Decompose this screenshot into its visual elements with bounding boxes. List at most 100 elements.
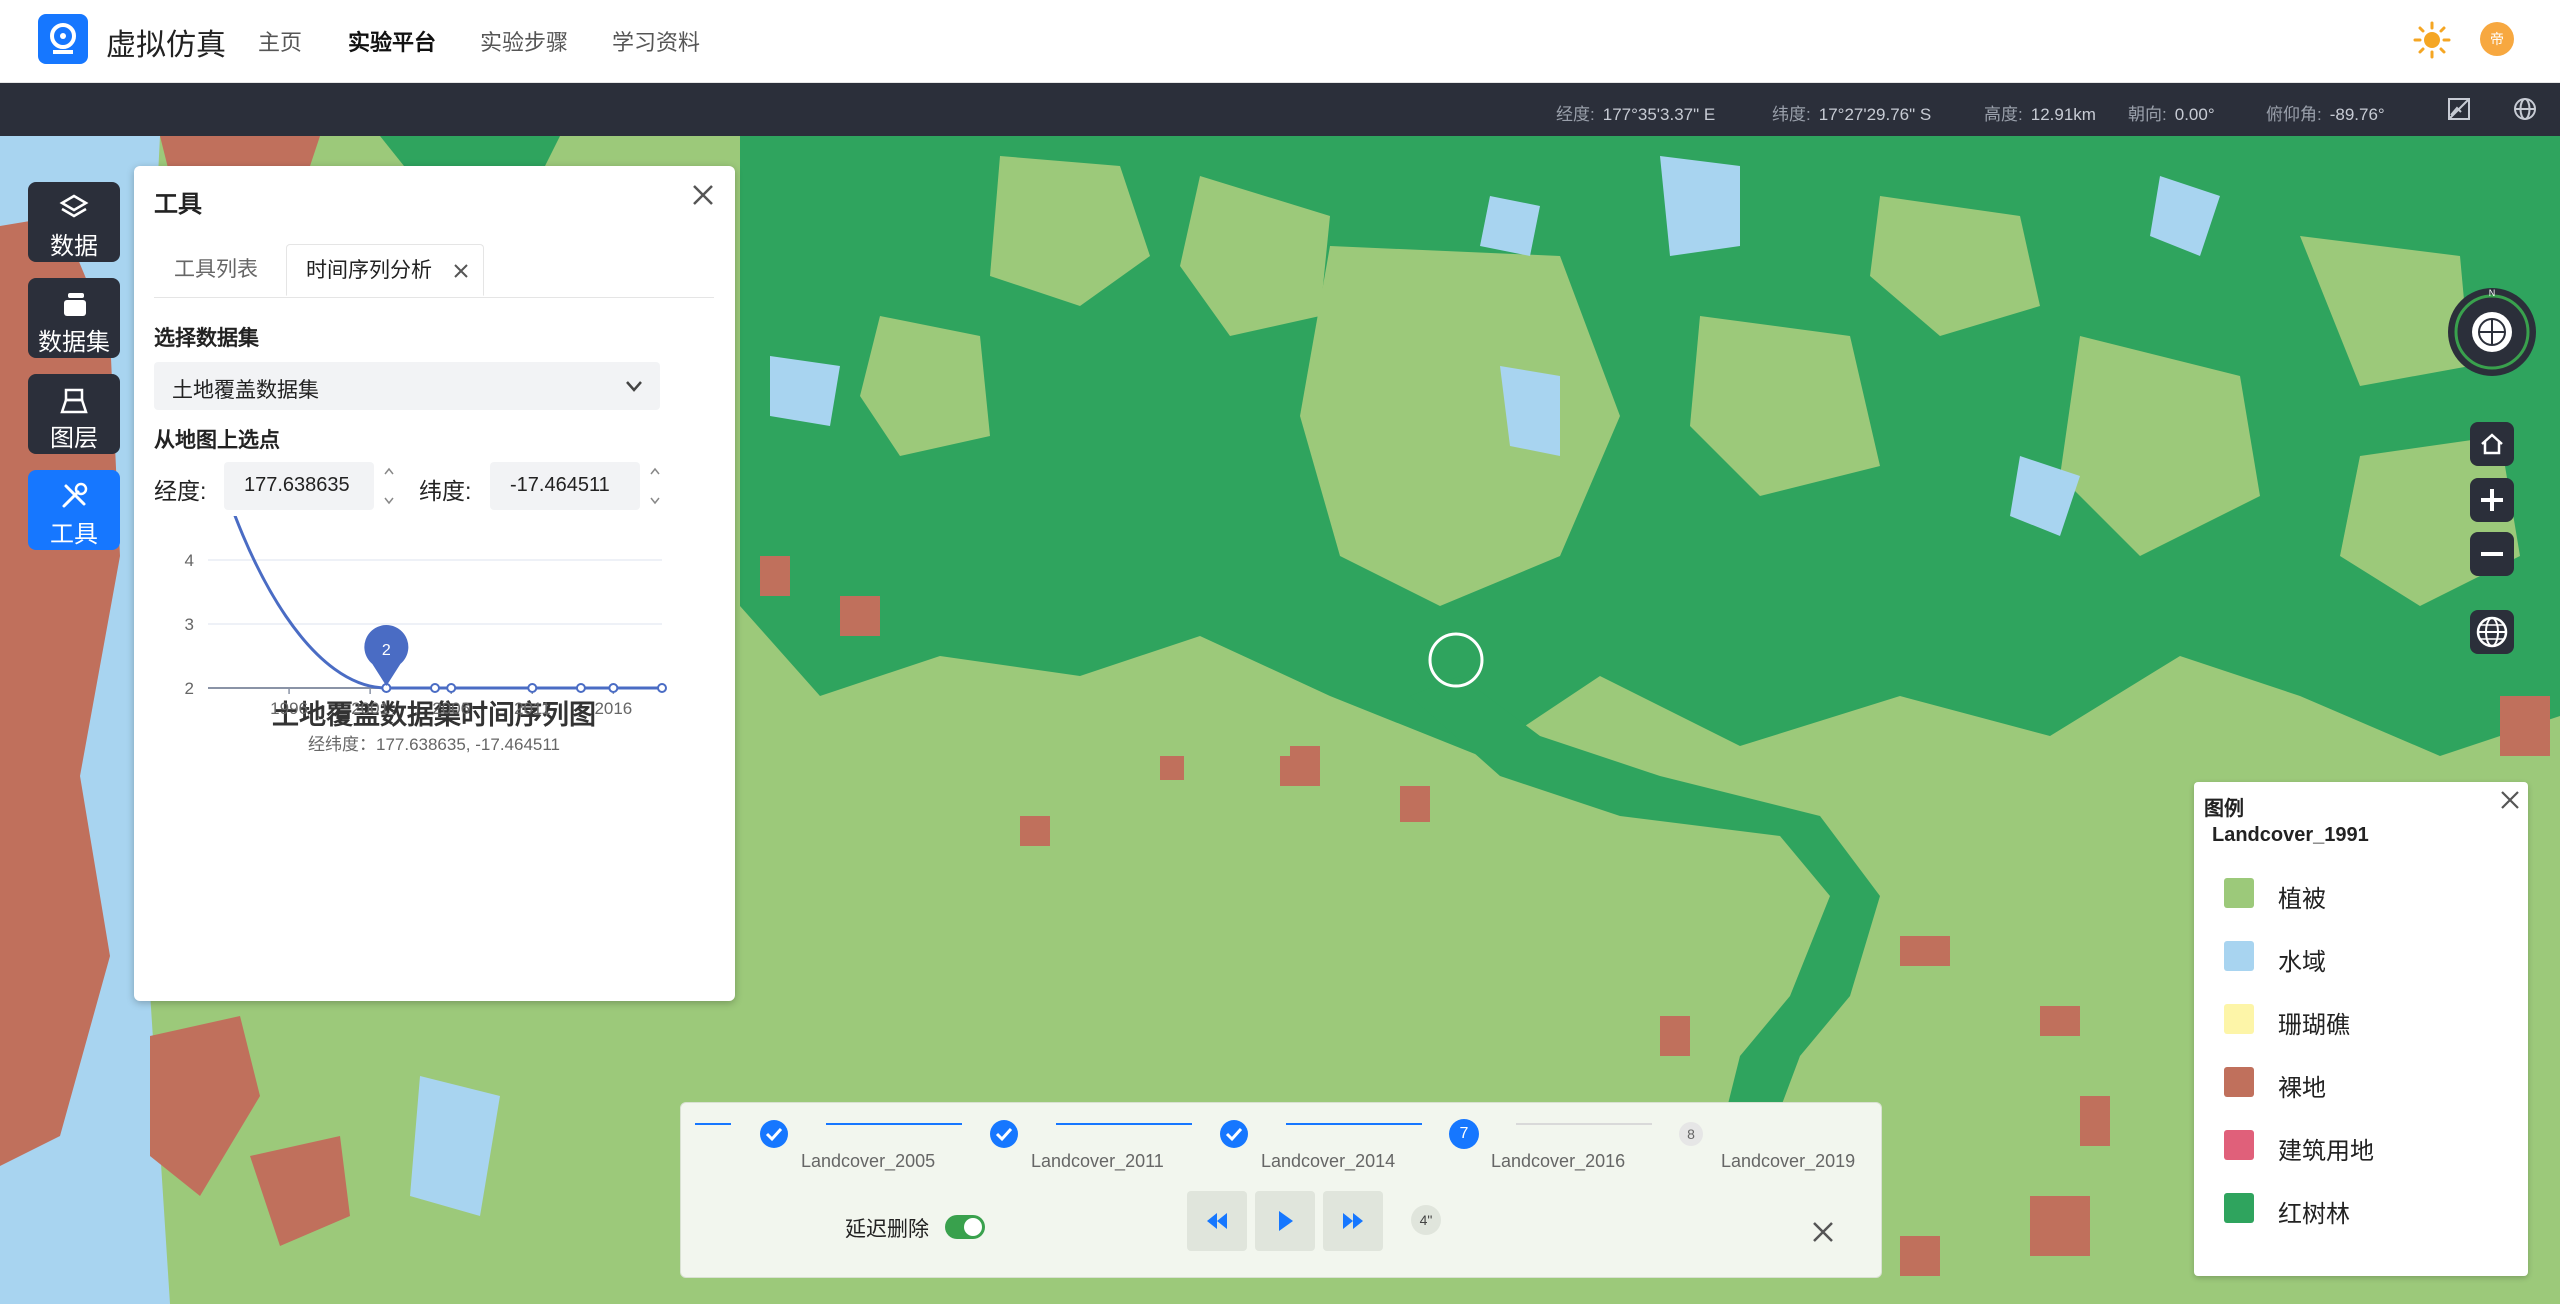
chart-data-point: [446, 683, 457, 693]
step-connector: [826, 1123, 962, 1125]
dataset-select[interactable]: 土地覆盖数据集: [154, 362, 660, 410]
step-label-2016[interactable]: Landcover_2016: [1491, 1151, 1625, 1172]
chart-x-tick-label: 2016: [594, 699, 632, 718]
user-avatar[interactable]: 帝: [2480, 22, 2514, 56]
legend-item-label: 建筑用地: [2278, 1138, 2374, 1165]
minus-icon: [2481, 552, 2503, 556]
home-icon: [2481, 433, 2503, 455]
latitude-input[interactable]: -17.464511: [490, 462, 640, 510]
zoom-in-button[interactable]: [2470, 478, 2514, 522]
map-status-bar: 经度: 177°35'3.37" E 纬度: 17°27'29.76" S 高度: 1…: [0, 83, 2560, 136]
step-label-2014[interactable]: Landcover_2014: [1261, 1151, 1395, 1172]
chart-y-tick-label: 2: [185, 679, 194, 698]
dataset-icon: [64, 293, 86, 316]
close-icon[interactable]: [690, 182, 716, 208]
play-icon: [1279, 1211, 1293, 1231]
layers-icon: [59, 194, 89, 218]
nav-home[interactable]: 主页: [258, 25, 302, 57]
top-navigation-bar: 虚拟仿真 主页 实验平台 实验步骤 学习资料 帝: [0, 0, 2560, 83]
step-check-icon[interactable]: [989, 1119, 1019, 1149]
step-label-2005[interactable]: Landcover_2005: [801, 1151, 935, 1172]
pick-point-label: 从地图上选点: [154, 429, 280, 452]
nav-experiment-platform[interactable]: 实验平台: [348, 25, 436, 57]
home-button[interactable]: [2470, 422, 2514, 466]
tab-time-series[interactable]: 时间序列分析: [286, 244, 484, 296]
legend-item-label: 红树林: [2278, 1201, 2350, 1228]
chart-data-point: [608, 683, 619, 693]
tools-icon: [62, 482, 88, 508]
playback-speed[interactable]: 4": [1411, 1205, 1441, 1235]
chevron-down-icon: [626, 381, 642, 392]
app-title: 虚拟仿真: [106, 29, 226, 62]
longitude-input[interactable]: 177.638635: [224, 462, 374, 510]
step-check-icon[interactable]: [1219, 1119, 1249, 1149]
compass-icon[interactable]: N: [2446, 286, 2538, 378]
chart-y-tick-label: 4: [185, 551, 194, 570]
dock-layer-button[interactable]: 图层: [28, 374, 120, 454]
tool-panel: 工具 工具列表 时间序列分析 选择数据集 土地覆盖数据集 从地图上选点 经度: …: [134, 166, 735, 1001]
nav-experiment-steps[interactable]: 实验步骤: [480, 25, 568, 57]
legend-swatch: [2224, 878, 2254, 908]
rewind-icon: [1207, 1213, 1227, 1229]
delay-delete-label: 延迟删除: [845, 1218, 929, 1241]
chart-marker-label: 2: [382, 642, 391, 659]
step-connector: [1286, 1123, 1422, 1125]
status-altitude: 高度: 12.91km: [1984, 105, 2096, 124]
globe-icon: [2476, 616, 2508, 648]
legend-swatch: [2224, 1067, 2254, 1097]
dock-data-button[interactable]: 数据: [28, 182, 120, 262]
legend-item-label: 水域: [2278, 949, 2326, 976]
map-legend: 图例 Landcover_1991 植被 水域 珊瑚礁 裸地 建筑用地 红树林: [2194, 782, 2528, 1276]
globe-settings-icon[interactable]: [2512, 96, 2538, 122]
legend-item-label: 植被: [2278, 886, 2326, 913]
close-icon[interactable]: [1810, 1219, 1836, 1245]
image-off-icon[interactable]: [2446, 96, 2472, 122]
dock-layer-label: 图层: [50, 425, 98, 452]
svg-text:N: N: [2489, 288, 2496, 298]
fast-forward-button[interactable]: [1323, 1191, 1383, 1251]
dock-dataset-label: 数据集: [38, 329, 110, 356]
chart-data-point: [527, 683, 538, 693]
legend-swatch: [2224, 1193, 2254, 1223]
globe-view-button[interactable]: [2470, 610, 2514, 654]
time-series-chart: 土地覆盖数据集时间序列图经纬度：177.638635, -17.46451123…: [185, 516, 667, 754]
step-label-2019[interactable]: Landcover_2019: [1721, 1151, 1855, 1172]
latitude-label: 纬度:: [419, 478, 472, 504]
timeline-player: Landcover_2005 Landcover_2011 Landcover_…: [680, 1102, 1882, 1278]
legend-title: 图例: [2204, 798, 2244, 820]
step-check-icon[interactable]: [759, 1119, 789, 1149]
dock-data-label: 数据: [50, 233, 98, 260]
step-current-number[interactable]: 7: [1449, 1119, 1479, 1149]
step-pending-number[interactable]: 8: [1679, 1122, 1703, 1146]
step-connector: [1516, 1123, 1652, 1125]
app-logo[interactable]: [38, 14, 88, 64]
latitude-input-value: -17.464511: [510, 474, 610, 496]
status-latitude: 纬度: 17°27'29.76" S: [1772, 105, 1932, 124]
chart-data-point: [430, 683, 440, 693]
legend-layer-name: Landcover_1991: [2212, 824, 2369, 846]
longitude-stepper[interactable]: [380, 462, 398, 510]
step-connector: [695, 1123, 731, 1125]
status-pitch: 俯仰角: -89.76°: [2266, 105, 2385, 124]
legend-swatch: [2224, 1004, 2254, 1034]
logo-icon: [50, 23, 76, 54]
chart-series-line: [233, 516, 662, 690]
tab-time-series-label: 时间序列分析: [306, 259, 432, 282]
close-icon[interactable]: [2498, 788, 2522, 812]
tab-close-icon[interactable]: [452, 262, 470, 280]
legend-item-label: 裸地: [2278, 1075, 2326, 1102]
nav-learning-materials[interactable]: 学习资料: [612, 25, 700, 57]
play-button[interactable]: [1255, 1191, 1315, 1251]
sun-icon[interactable]: [2412, 20, 2452, 60]
chart-x-tick-label: 1996: [270, 699, 308, 718]
tab-tool-list[interactable]: 工具列表: [174, 244, 258, 296]
latitude-stepper[interactable]: [646, 462, 664, 510]
step-connector: [1056, 1123, 1192, 1125]
dock-tools-button[interactable]: 工具: [28, 470, 120, 550]
step-label-2011[interactable]: Landcover_2011: [1031, 1151, 1164, 1172]
dock-dataset-button[interactable]: 数据集: [28, 278, 120, 358]
rewind-button[interactable]: [1187, 1191, 1247, 1251]
zoom-out-button[interactable]: [2470, 532, 2514, 576]
delay-delete-toggle[interactable]: [945, 1215, 985, 1239]
dock-tools-label: 工具: [50, 521, 98, 548]
